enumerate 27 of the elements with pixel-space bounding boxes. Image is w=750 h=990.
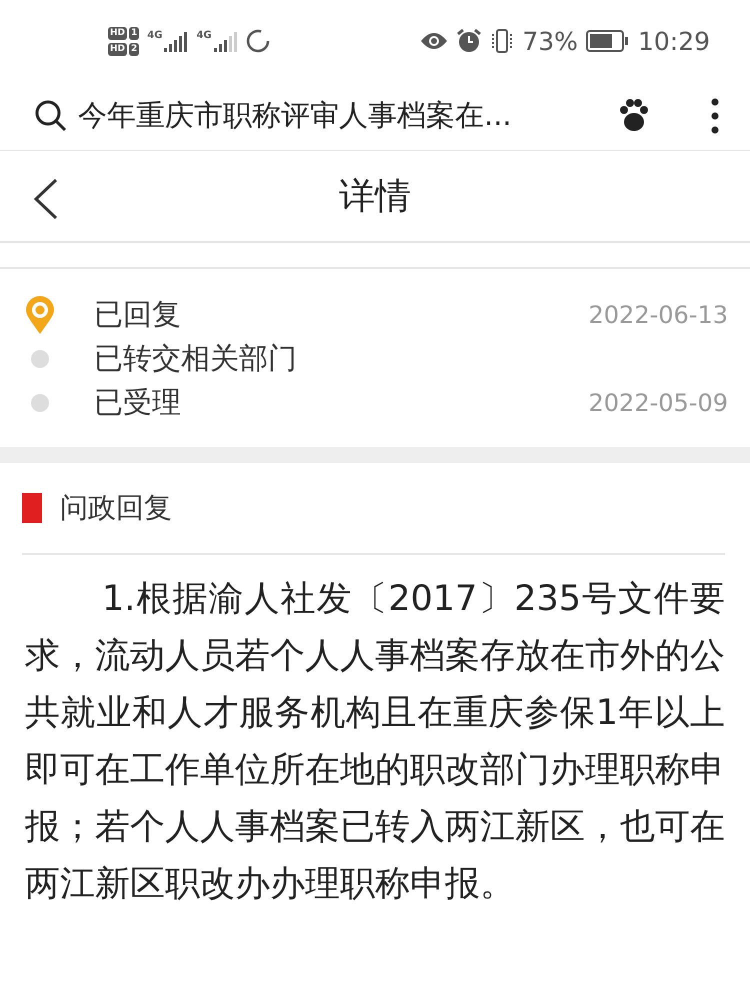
clock: 10:29 bbox=[638, 26, 710, 56]
network-label: 4G bbox=[196, 30, 212, 41]
timeline-status: 已转交相关部门 bbox=[94, 340, 298, 377]
network-label: 4G bbox=[147, 30, 162, 41]
more-icon[interactable] bbox=[710, 98, 720, 134]
sim-slot: 1 bbox=[129, 26, 140, 40]
battery-percent: 73% bbox=[522, 26, 578, 56]
timeline-status: 已受理 bbox=[94, 384, 182, 421]
battery-icon bbox=[586, 29, 630, 53]
search-icon bbox=[34, 99, 68, 133]
signal-icon bbox=[164, 30, 188, 52]
timeline-date: 2022-05-09 bbox=[588, 389, 728, 417]
alarm-icon bbox=[456, 28, 482, 54]
signal-icon bbox=[214, 30, 238, 52]
eye-icon bbox=[420, 31, 448, 51]
reply-text: 1.根据渝人社发〔2017〕235号文件要求，流动人员若个人人事档案存放在市外的公共就业和人才服务机构且在重庆参保1年以上即可在工作单位所在地的职改部门办理职称申报；若个人人事档案已转入两江新区，也可在两江新区职改办办理职称申报。 bbox=[25, 578, 725, 906]
sim-label: HD bbox=[108, 26, 128, 40]
vibrate-icon bbox=[490, 28, 514, 54]
timeline-status: 已回复 bbox=[94, 296, 182, 333]
search-query[interactable]: 今年重庆市职称评审人事档案在... bbox=[78, 96, 606, 136]
sim-slot: 2 bbox=[129, 42, 140, 56]
sim-label: HD bbox=[108, 42, 128, 56]
section-title: 问政回复 bbox=[60, 490, 172, 526]
section-marker bbox=[22, 493, 42, 523]
loading-icon bbox=[246, 29, 270, 53]
page-title: 详情 bbox=[339, 174, 411, 218]
timeline-date: 2022-06-13 bbox=[588, 301, 728, 329]
